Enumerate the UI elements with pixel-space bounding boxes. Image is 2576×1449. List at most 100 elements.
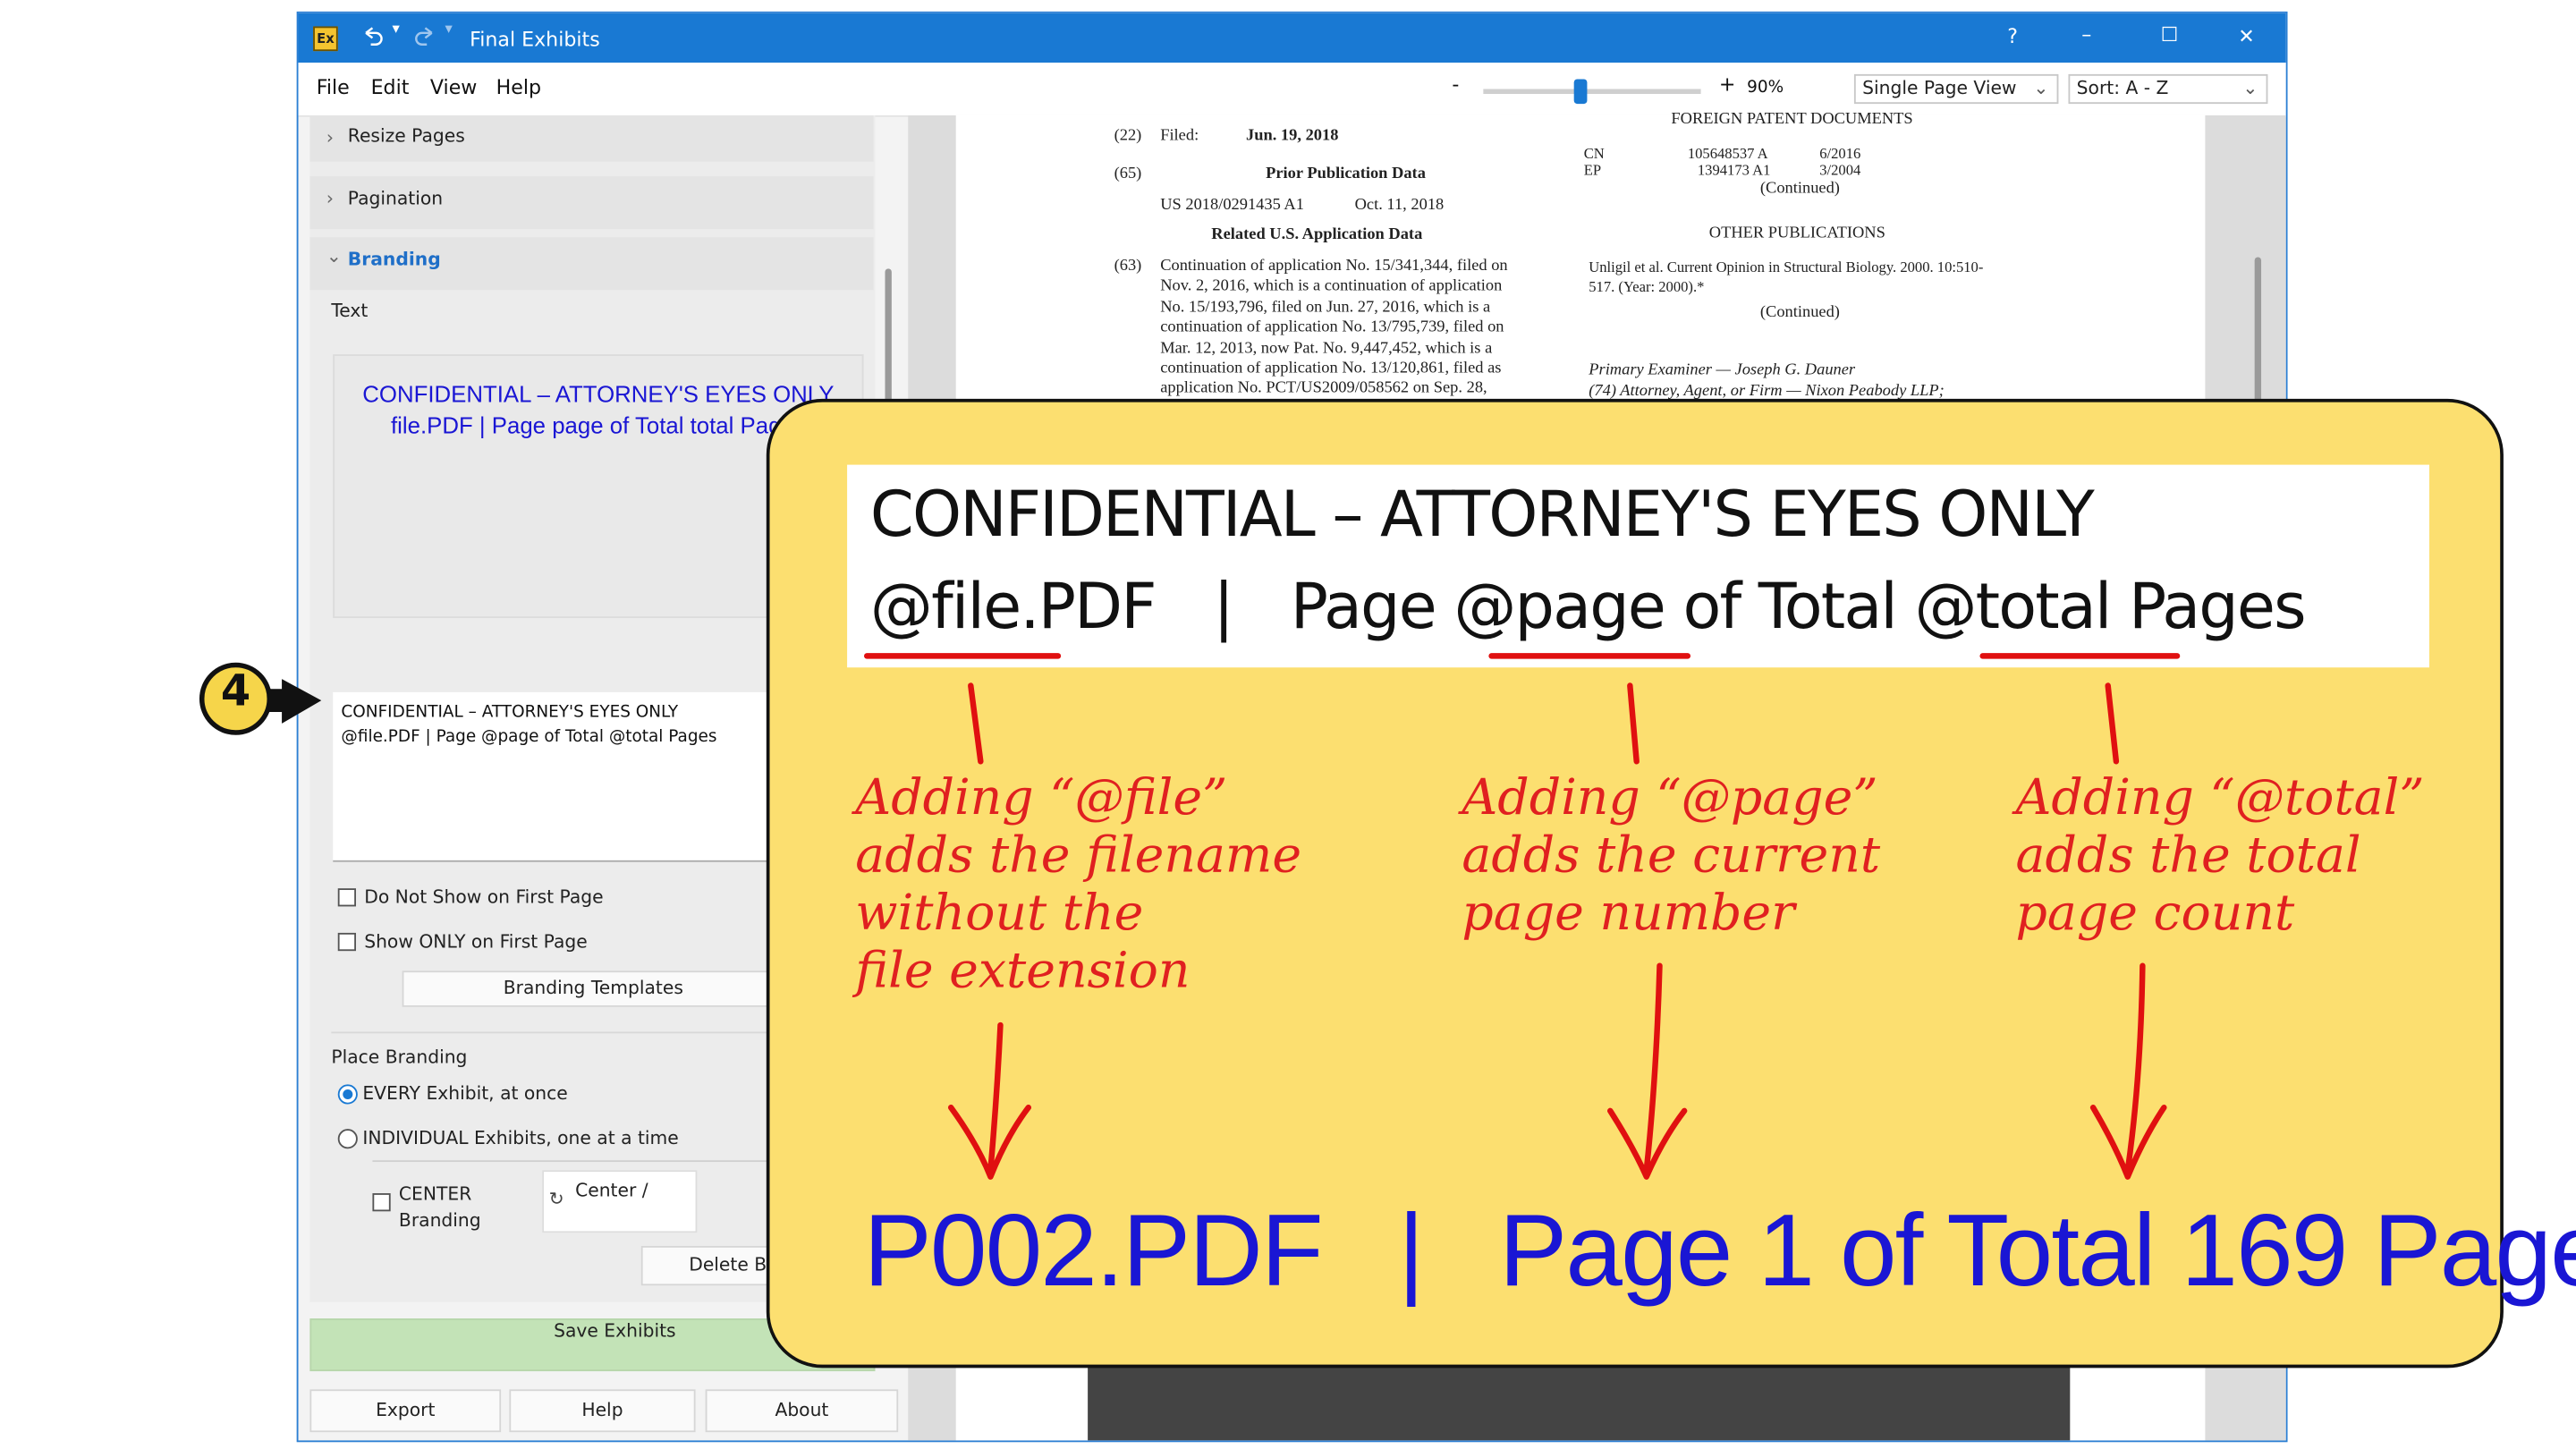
help-button[interactable]: Help — [509, 1389, 696, 1433]
input-line-1: CONFIDENTIAL – ATTORNEY'S EYES ONLY — [341, 703, 679, 723]
pointer-arrow-icon — [268, 679, 322, 724]
title-bar: Ex ▾ ▾ Final Exhibits ? – ☐ ✕ — [298, 13, 2286, 64]
arrow-file-down — [947, 1021, 1032, 1180]
section-label: Resize Pages — [347, 125, 465, 147]
arrow-total-down — [2089, 962, 2167, 1180]
center-position-value: Center / — [575, 1180, 648, 1202]
every-exhibit-label: EVERY Exhibit, at once — [362, 1082, 568, 1105]
result-separator: | — [1398, 1194, 1425, 1309]
menu-view[interactable]: View — [430, 76, 477, 99]
refresh-icon: ↻ — [548, 1188, 564, 1210]
note-file-line: without the — [855, 885, 1144, 943]
redo-icon[interactable] — [413, 25, 436, 48]
chevron-down-icon: ⌄ — [326, 245, 342, 267]
save-exhibits-label: Save Exhibits — [554, 1319, 676, 1342]
result-file: P002.PDF — [863, 1194, 1324, 1309]
zoom-out-button[interactable]: - — [1452, 72, 1459, 96]
arrow-page-down — [1606, 962, 1688, 1180]
note-page-line: page number — [1462, 885, 1795, 943]
chevron-down-icon: ⌄ — [2242, 77, 2258, 99]
continuation-line: Nov. 2, 2016, which is a continuation of… — [1160, 277, 1503, 296]
note-page: Adding “@page” adds the current page numbe… — [1462, 769, 1880, 942]
view-mode-select[interactable]: Single Page View ⌄ — [1853, 73, 2059, 105]
undo-icon[interactable] — [361, 25, 385, 48]
other-line-1: Unligil et al. Current Opinion in Struct… — [1589, 258, 1984, 275]
menu-help[interactable]: Help — [496, 76, 541, 99]
result-page: Page 1 of Total 169 Pages — [1499, 1194, 2576, 1309]
note-total: Adding “@total” adds the total page count — [2015, 769, 2424, 942]
about-button[interactable]: About — [705, 1389, 899, 1433]
chevron-right-icon: › — [326, 126, 334, 148]
menu-bar: File Edit View Help - + 90% Single Page … — [298, 63, 2286, 117]
note-file-line: Adding “@file” — [855, 769, 1228, 827]
pub-number: (65) — [1114, 165, 1142, 183]
branding-templates-button[interactable]: Branding Templates — [402, 970, 785, 1007]
export-button[interactable]: Export — [309, 1389, 502, 1433]
zoom-in-button[interactable]: + — [1719, 72, 1736, 96]
chevron-down-icon: ⌄ — [2033, 77, 2049, 99]
continued-1: (Continued) — [1759, 179, 1840, 199]
filed-label: Filed: — [1160, 126, 1199, 146]
note-total-line: page count — [2015, 885, 2295, 943]
not-first-page-checkbox[interactable] — [337, 888, 357, 907]
minimize-icon[interactable]: – — [2081, 23, 2091, 47]
other-heading: OTHER PUBLICATIONS — [1708, 224, 1885, 242]
section-pagination[interactable]: › Pagination — [309, 176, 874, 230]
section-label: Pagination — [347, 188, 444, 210]
maximize-icon[interactable]: ☐ — [2161, 23, 2179, 47]
arrow-total-top — [2105, 682, 2120, 765]
result-text: P002.PDF | Page 1 of Total 169 Pages — [864, 1193, 2576, 1310]
pub-heading: Prior Publication Data — [1266, 165, 1426, 183]
center-position-select[interactable]: ↻ Center / — [542, 1170, 698, 1233]
ep-code: EP — [1583, 161, 1602, 179]
text-label: Text — [331, 300, 369, 322]
zoom-level: 90% — [1747, 79, 1784, 97]
window-title: Final Exhibits — [470, 28, 600, 52]
filed-date: Jun. 19, 2018 — [1246, 126, 1339, 146]
section-branding[interactable]: ⌄ Branding — [309, 237, 874, 291]
place-branding-label: Place Branding — [331, 1046, 468, 1069]
note-total-line: Adding “@total” — [2015, 769, 2425, 827]
every-exhibit-radio[interactable] — [337, 1084, 358, 1105]
help-icon[interactable]: ? — [2007, 25, 2018, 48]
center-label-2: Branding — [398, 1209, 481, 1232]
center-branding-checkbox[interactable] — [372, 1193, 391, 1212]
sort-value: Sort: A - Z — [2076, 77, 2169, 99]
pub-id: US 2018/0291435 A1 — [1160, 196, 1304, 215]
other-line-2: 517. (Year: 2000).* — [1589, 278, 1705, 295]
section-label: Branding — [347, 249, 441, 271]
filed-number: (22) — [1114, 126, 1142, 146]
menu-edit[interactable]: Edit — [371, 76, 410, 99]
continuation-line: continuation of application No. 13/120,8… — [1160, 359, 1502, 378]
note-total-line: adds the total — [2015, 826, 2361, 886]
ep-date: 3/2004 — [1819, 161, 1861, 179]
only-first-page-checkbox[interactable] — [337, 932, 357, 952]
continuation-line: Mar. 12, 2013, now Pat. No. 9,447,452, w… — [1160, 338, 1493, 358]
note-file-line: adds the filename — [855, 826, 1302, 886]
note-file: Adding “@file” adds the filename without t… — [855, 769, 1301, 1000]
foreign-heading: FOREIGN PATENT DOCUMENTS — [1671, 110, 1913, 129]
zoom-slider-thumb[interactable] — [1573, 79, 1588, 105]
center-label-1: CENTER — [398, 1182, 472, 1205]
view-mode-value: Single Page View — [1862, 77, 2017, 99]
continued-2: (Continued) — [1759, 303, 1840, 322]
menu-file[interactable]: File — [317, 76, 350, 99]
only-first-page-label: Show ONLY on First Page — [364, 931, 588, 953]
close-icon[interactable]: ✕ — [2238, 25, 2255, 48]
sort-select[interactable]: Sort: A - Z ⌄ — [2068, 73, 2268, 105]
ep-number: 1394173 A1 — [1697, 161, 1771, 179]
undo-dropdown-icon[interactable]: ▾ — [393, 21, 400, 38]
zoom-slider-track[interactable] — [1483, 79, 1701, 105]
continuation-line: continuation of application No. 13/795,7… — [1160, 318, 1504, 337]
screenshot-stage: Ex ▾ ▾ Final Exhibits ? – ☐ ✕ File Edit … — [0, 0, 2576, 1449]
individual-exhibits-radio[interactable] — [337, 1129, 358, 1149]
note-page-line: adds the current — [1462, 826, 1881, 886]
input-line-2: @file.PDF | Page @page of Total @total P… — [341, 728, 717, 747]
annotation-callout: CONFIDENTIAL – ATTORNEY'S EYES ONLY @fil… — [766, 398, 2576, 1368]
continuation-line: Continuation of application No. 15/341,3… — [1160, 257, 1508, 275]
pub-date: Oct. 11, 2018 — [1354, 196, 1445, 215]
redo-dropdown-icon[interactable]: ▾ — [445, 21, 453, 38]
cont-number: (63) — [1114, 257, 1142, 275]
individual-exhibits-label: INDIVIDUAL Exhibits, one at a time — [362, 1127, 679, 1149]
section-resize-pages[interactable]: › Resize Pages — [309, 114, 874, 162]
